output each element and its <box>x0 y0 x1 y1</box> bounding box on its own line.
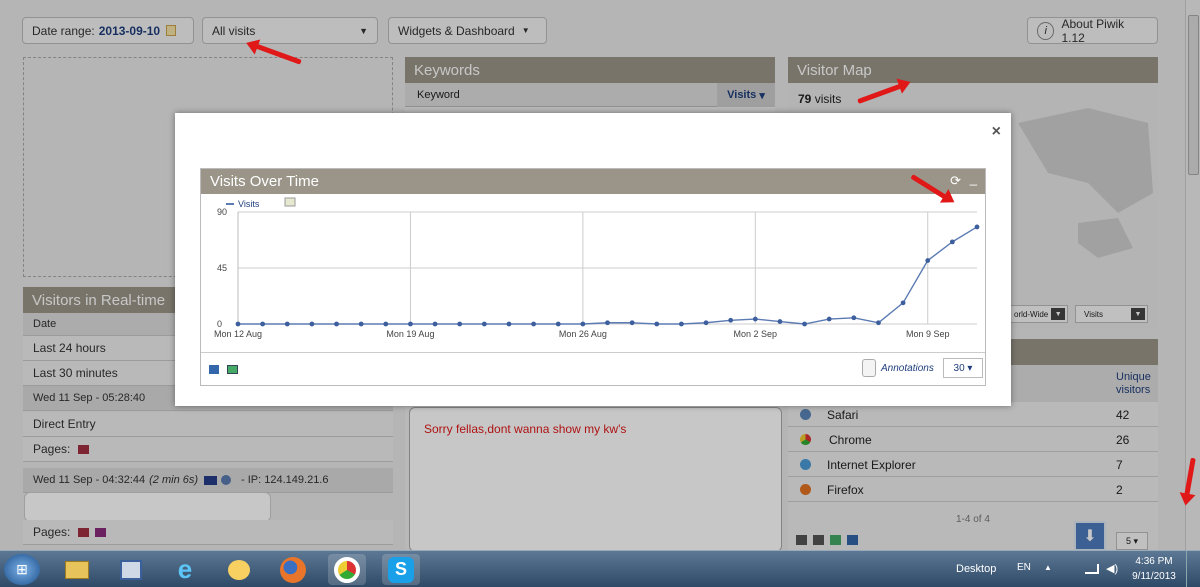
data-point <box>457 321 463 327</box>
legend-config-icon <box>284 197 296 207</box>
start-button[interactable]: ⊞ <box>4 554 40 585</box>
visits-over-time-title[interactable]: Visits Over Time ⟳ _ <box>201 169 985 194</box>
data-point <box>654 321 660 327</box>
data-point <box>580 321 586 327</box>
data-point <box>506 321 512 327</box>
windows-taskbar: ⊞ e S Desktop EN ▲ ◀) 4:36 PM 9/11/2013 <box>0 550 1200 587</box>
y-tick-label: 0 <box>217 319 222 329</box>
language-indicator[interactable]: EN <box>1017 562 1031 573</box>
data-point <box>309 321 315 327</box>
messenger-icon[interactable] <box>220 554 258 585</box>
chrome-taskbar-icon[interactable] <box>328 554 366 585</box>
visits-over-time-chart[interactable]: 0 45 90 Mon 12 Aug Mon 19 Aug Mon 26 Aug Mon 2… <box>201 194 985 352</box>
show-desktop-button[interactable] <box>1186 551 1200 587</box>
y-tick-label: 45 <box>217 263 227 273</box>
export-image-icon[interactable] <box>227 365 238 374</box>
period-limit-select[interactable]: 30 ▾ <box>943 358 983 378</box>
tray-expand-icon[interactable]: ▲ <box>1044 563 1052 572</box>
export-data-icon[interactable] <box>209 365 219 374</box>
close-icon[interactable]: × <box>992 123 1001 141</box>
explorer-icon[interactable] <box>58 554 96 585</box>
data-point <box>949 239 955 245</box>
data-point <box>605 320 610 326</box>
x-tick-label: Mon 26 Aug <box>559 329 607 339</box>
data-point <box>752 316 758 322</box>
firefox-taskbar-icon[interactable] <box>274 554 312 585</box>
data-point <box>408 321 413 327</box>
data-point <box>679 321 684 327</box>
y-tick-label: 90 <box>217 207 227 217</box>
data-point <box>802 321 807 327</box>
visits-over-time-widget: Visits Over Time ⟳ _ 0 45 90 Mon 12 Aug Mon … <box>200 168 986 386</box>
clock-time: 4:36 PM <box>1135 556 1173 567</box>
x-tick-label: Mon 12 Aug <box>214 329 262 339</box>
legend-label: Visits <box>238 199 260 209</box>
internet-explorer-icon[interactable]: e <box>166 554 204 585</box>
data-point <box>925 258 931 263</box>
series-line-visits <box>238 226 978 325</box>
data-point <box>358 321 364 327</box>
windows-logo-icon: ⊞ <box>16 561 28 577</box>
data-point <box>777 319 783 324</box>
tray-clock[interactable]: 4:36 PM 9/11/2013 <box>1130 554 1178 584</box>
data-point <box>383 321 389 327</box>
chart-footer: Annotations 30 ▾ <box>201 352 985 386</box>
widget-modal: × Visits Over Time ⟳ _ 0 45 90 Mon 12 Aug Mo… <box>175 113 1011 406</box>
annotations-icon[interactable] <box>862 359 876 377</box>
volume-icon[interactable]: ◀) <box>1106 562 1118 575</box>
widget-title-text: Visits Over Time <box>210 173 319 190</box>
refresh-icon[interactable]: ⟳ <box>950 173 961 189</box>
data-point <box>728 317 734 323</box>
period-limit-value: 30 <box>953 362 965 374</box>
data-point <box>260 321 266 327</box>
data-point <box>284 321 290 327</box>
data-point <box>531 321 536 327</box>
x-tick-label: Mon 19 Aug <box>386 329 434 339</box>
data-point <box>235 321 241 327</box>
desktop-toolbar-label[interactable]: Desktop <box>956 563 996 575</box>
data-point <box>900 300 906 306</box>
x-tick-label: Mon 9 Sep <box>906 329 950 339</box>
x-tick-label: Mon 2 Sep <box>734 329 778 339</box>
data-point <box>851 315 857 321</box>
data-point <box>826 316 832 322</box>
data-point <box>876 320 881 326</box>
annotations-link[interactable]: Annotations <box>881 363 934 374</box>
data-point <box>703 320 709 326</box>
remote-desktop-icon[interactable] <box>112 554 150 585</box>
clock-date: 9/11/2013 <box>1132 571 1176 582</box>
skype-icon[interactable]: S <box>382 554 420 585</box>
data-point <box>974 224 980 230</box>
data-point <box>334 321 339 327</box>
minimise-icon[interactable]: _ <box>970 171 977 186</box>
data-point <box>432 321 438 327</box>
data-point <box>481 321 487 327</box>
data-point <box>555 321 561 327</box>
network-icon[interactable] <box>1085 564 1099 574</box>
data-point <box>629 320 635 326</box>
